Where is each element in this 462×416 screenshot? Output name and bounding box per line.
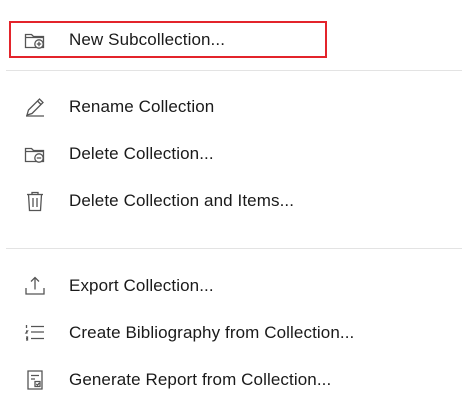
export-icon bbox=[22, 273, 48, 299]
report-icon bbox=[22, 367, 48, 393]
menu-item-generate-report[interactable]: Generate Report from Collection... bbox=[0, 360, 462, 400]
menu-item-label: Rename Collection bbox=[69, 97, 215, 116]
menu-item-create-bibliography[interactable]: Create Bibliography from Collection... bbox=[0, 313, 462, 353]
menu-item-label: Create Bibliography from Collection... bbox=[69, 323, 355, 342]
menu-separator bbox=[6, 248, 462, 249]
pencil-icon bbox=[22, 94, 48, 120]
trash-icon bbox=[22, 188, 48, 214]
folder-remove-icon bbox=[22, 141, 48, 167]
menu-item-rename-collection[interactable]: Rename Collection bbox=[0, 87, 462, 127]
menu-item-label: Export Collection... bbox=[69, 276, 214, 295]
menu-item-label: Delete Collection... bbox=[69, 144, 214, 163]
menu-item-delete-collection[interactable]: Delete Collection... bbox=[0, 134, 462, 174]
menu-separator bbox=[6, 70, 462, 71]
bibliography-list-icon bbox=[22, 320, 48, 346]
highlight-box bbox=[9, 21, 327, 58]
collection-context-menu: New Subcollection... Rename Collection D… bbox=[0, 0, 462, 416]
menu-item-export-collection[interactable]: Export Collection... bbox=[0, 266, 462, 306]
menu-item-label: Generate Report from Collection... bbox=[69, 370, 332, 389]
menu-item-delete-collection-and-items[interactable]: Delete Collection and Items... bbox=[0, 181, 462, 221]
menu-item-label: Delete Collection and Items... bbox=[69, 191, 295, 210]
